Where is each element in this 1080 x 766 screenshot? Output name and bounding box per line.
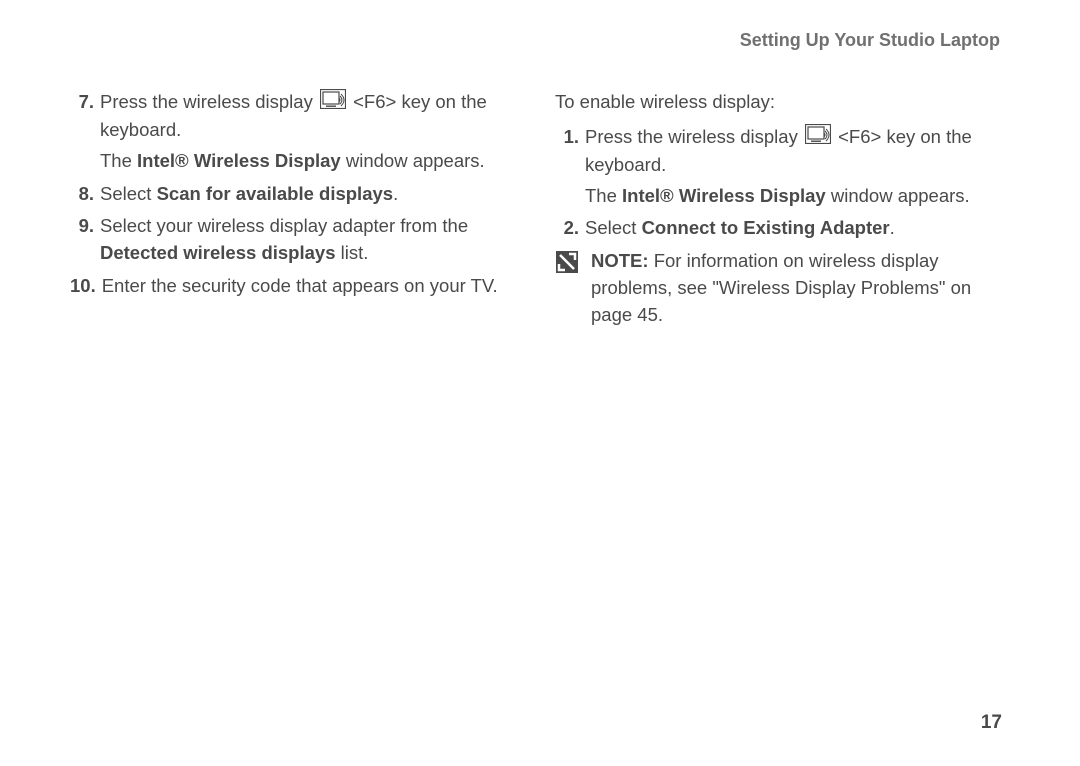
list-number: 10. (70, 273, 102, 300)
page-number: 17 (981, 712, 1002, 734)
content-area: 7. Press the wireless display <F6> key o… (70, 89, 1010, 329)
intro-text: To enable wireless display: (555, 89, 1010, 116)
right-column: To enable wireless display: 1. Press the… (555, 89, 1010, 329)
sub-bold: Intel® Wireless Display (622, 185, 826, 206)
list-item: 9. Select your wireless display adapter … (70, 213, 525, 267)
note-text: For information on wireless display prob… (591, 250, 971, 325)
list-body: Select your wireless display adapter fro… (100, 213, 525, 267)
wireless-display-icon (805, 124, 831, 152)
list-body: Select Scan for available displays. (100, 181, 525, 208)
note-row: NOTE: For information on wireless displa… (555, 248, 1010, 328)
list-item: 10. Enter the security code that appears… (70, 273, 525, 300)
text-post: . (393, 183, 398, 204)
sub-line: The Intel® Wireless Display window appea… (585, 183, 1010, 210)
text-pre: Select (100, 183, 157, 204)
list-item: 8. Select Scan for available displays. (70, 181, 525, 208)
sub-post: window appears. (341, 150, 485, 171)
list-number: 2. (555, 215, 585, 242)
list-body: Select Connect to Existing Adapter. (585, 215, 1010, 242)
list-item: 2. Select Connect to Existing Adapter. (555, 215, 1010, 242)
header-title: Setting Up Your Studio Laptop (740, 30, 1000, 50)
text-pre: Select your wireless display adapter fro… (100, 215, 468, 236)
text-bold: Scan for available displays (157, 183, 394, 204)
note-icon-wrap (555, 248, 591, 328)
list-number: 7. (70, 89, 100, 175)
sub-post: window appears. (826, 185, 970, 206)
text-pre: Press the wireless display (585, 126, 803, 147)
wireless-display-icon (320, 89, 346, 117)
text-bold: Connect to Existing Adapter (642, 217, 890, 238)
text-pre: Press the wireless display (100, 91, 318, 112)
note-body: NOTE: For information on wireless displa… (591, 248, 1010, 328)
list-item: 7. Press the wireless display <F6> key o… (70, 89, 525, 175)
text-pre: Select (585, 217, 642, 238)
page-header: Setting Up Your Studio Laptop (70, 30, 1010, 51)
text: Enter the security code that appears on … (102, 275, 498, 296)
note-icon (555, 257, 579, 278)
note-label: NOTE: (591, 250, 649, 271)
text-bold: Detected wireless displays (100, 242, 335, 263)
sub-pre: The (100, 150, 137, 171)
sub-pre: The (585, 185, 622, 206)
list-number: 1. (555, 124, 585, 210)
list-number: 9. (70, 213, 100, 267)
list-number: 8. (70, 181, 100, 208)
list-item: 1. Press the wireless display <F6> key o… (555, 124, 1010, 210)
left-column: 7. Press the wireless display <F6> key o… (70, 89, 525, 329)
list-body: Press the wireless display <F6> key on t… (100, 89, 525, 175)
sub-line: The Intel® Wireless Display window appea… (100, 148, 525, 175)
list-body: Press the wireless display <F6> key on t… (585, 124, 1010, 210)
sub-bold: Intel® Wireless Display (137, 150, 341, 171)
text-post: . (890, 217, 895, 238)
list-body: Enter the security code that appears on … (102, 273, 525, 300)
text-post: list. (335, 242, 368, 263)
